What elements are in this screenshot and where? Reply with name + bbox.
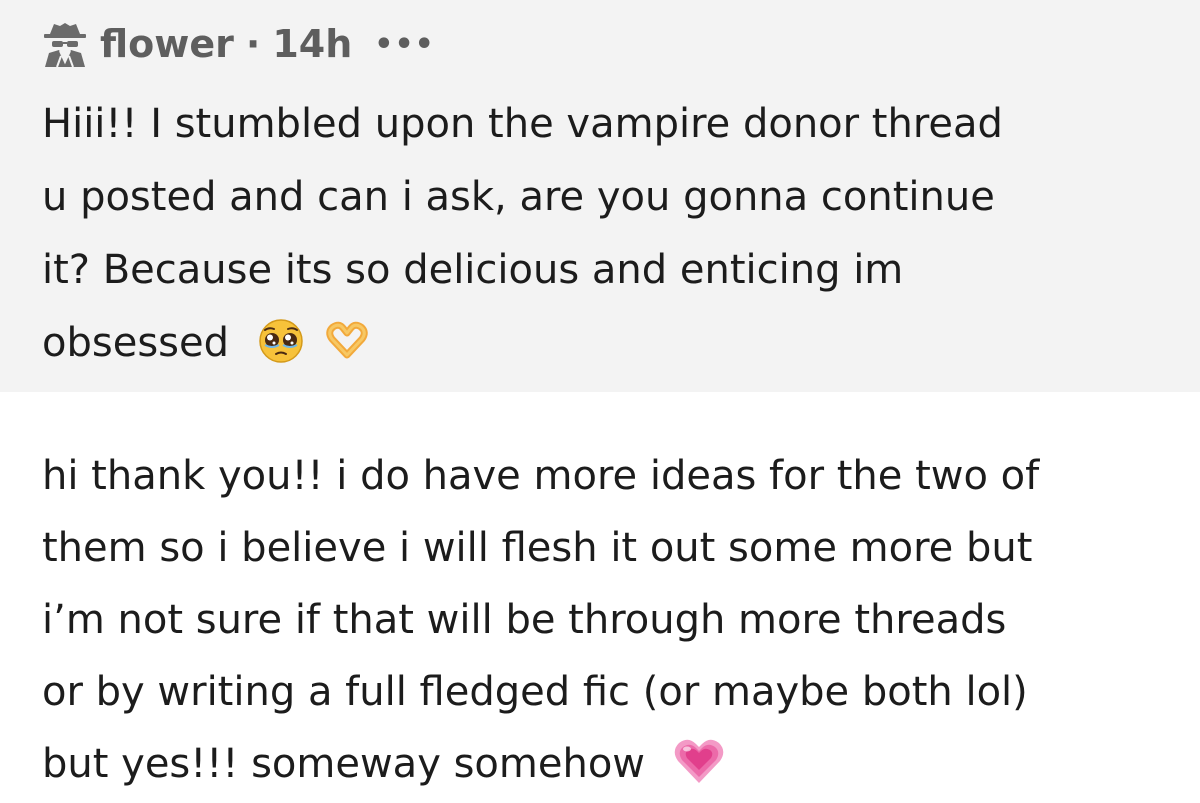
- ask-message: Hiii!! I stumbled upon the vampire donor…: [42, 88, 1172, 380]
- answer-message: hi thank you!! i do have more ideas for …: [42, 440, 1182, 800]
- anonymous-spy-icon: [44, 23, 86, 68]
- heart-hands-icon: [326, 321, 369, 359]
- answer-line-last: but yes!!! someway somehow: [42, 728, 1182, 800]
- answer-line: or by writing a full fledged fic (or may…: [42, 669, 1028, 715]
- answer-line: hi thank you!! i do have more ideas for …: [42, 453, 1040, 499]
- pleading-face-icon: [258, 319, 303, 363]
- header-separator: ·: [245, 22, 261, 66]
- ask-line: Hiii!! I stumbled upon the vampire donor…: [42, 101, 1003, 147]
- more-options-button[interactable]: •••: [374, 28, 435, 60]
- ask-box: flower · 14h ••• Hiii!! I stumbled upon …: [0, 0, 1200, 392]
- ask-timestamp: 14h: [272, 22, 353, 66]
- growing-heart-icon: [674, 739, 724, 783]
- asker-name[interactable]: flower: [100, 22, 234, 66]
- ask-header: flower · 14h •••: [40, 20, 435, 68]
- answer-line-text: but yes!!! someway somehow: [42, 741, 646, 787]
- ask-line: u posted and can i ask, are you gonna co…: [42, 174, 995, 220]
- ask-line-text: obsessed: [42, 320, 229, 366]
- ask-line-last: obsessed: [42, 307, 1172, 380]
- answer-line: them so i believe i will flesh it out so…: [42, 525, 1033, 571]
- answer-line: i’m not sure if that will be through mor…: [42, 597, 1007, 643]
- ask-line: it? Because its so delicious and enticin…: [42, 247, 904, 293]
